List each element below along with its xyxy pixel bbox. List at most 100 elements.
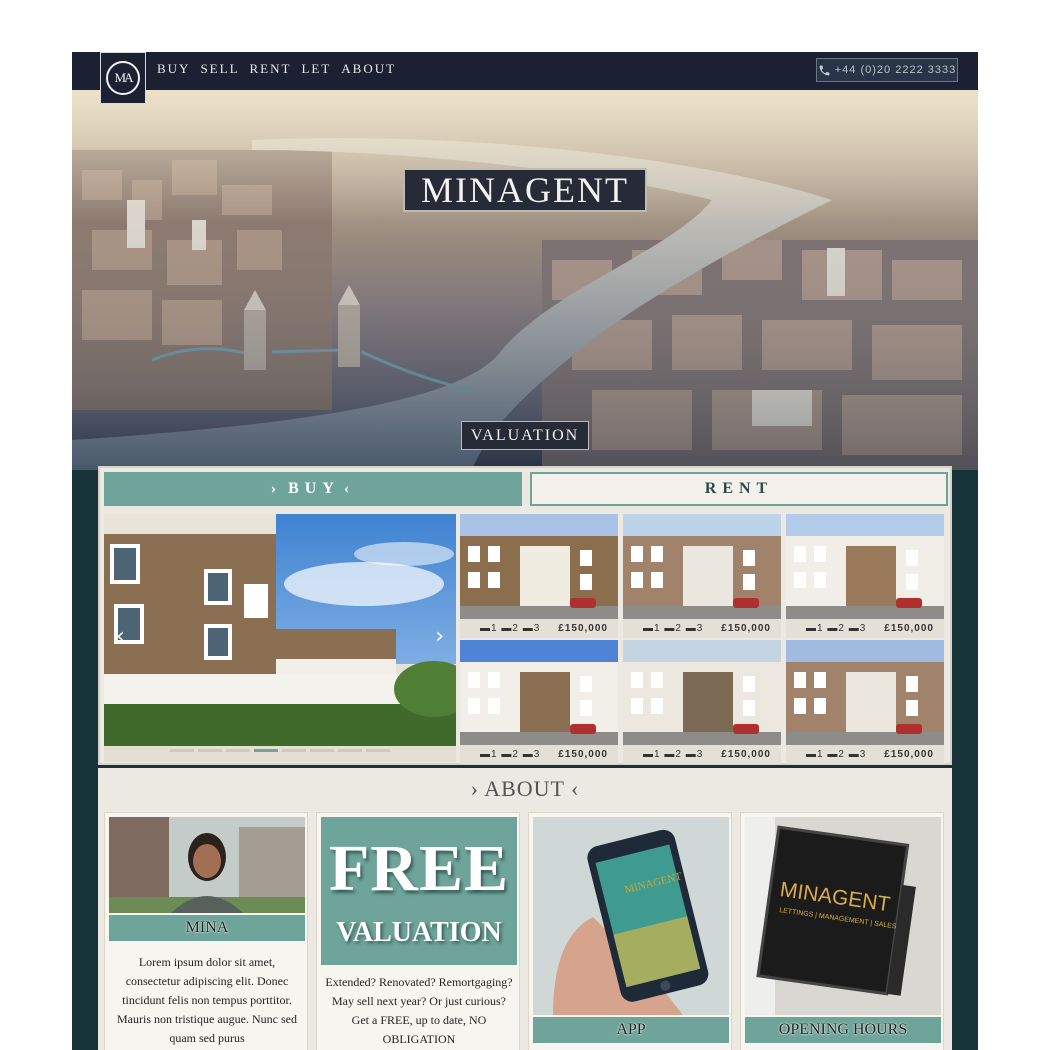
slider-dot[interactable] xyxy=(254,749,278,752)
slider-dot[interactable] xyxy=(366,749,390,752)
listing-price: £150,000 xyxy=(721,749,771,760)
nav-buy[interactable]: BUY xyxy=(157,61,190,77)
mina-photo xyxy=(109,817,305,913)
shop-sign-image: MINAGENT LETTINGS | MANAGEMENT | SALES xyxy=(745,817,941,1015)
bath-icon: ▬ xyxy=(664,749,676,760)
slider-dot[interactable] xyxy=(226,749,250,752)
listing-rooms: ▬1 ▬2 ▬3 xyxy=(643,623,704,634)
nav-rent[interactable]: RENT xyxy=(250,61,292,77)
nav-about[interactable]: ABOUT xyxy=(341,61,396,77)
listing-photo xyxy=(623,640,781,745)
card-free-valuation[interactable]: FREE VALUATION Extended? Renovated? Remo… xyxy=(316,812,520,1050)
slider-next-icon[interactable]: › xyxy=(435,624,444,649)
nav-let[interactable]: LET xyxy=(301,61,331,77)
top-bar: BUY SELL RENT LET ABOUT +44 (0)20 2222 3… xyxy=(72,52,978,90)
sofa-icon: ▬ xyxy=(848,623,860,634)
slider-dot[interactable] xyxy=(338,749,362,752)
listing-price: £150,000 xyxy=(884,749,934,760)
slider-dots xyxy=(170,749,390,752)
free-title: FREE xyxy=(328,832,510,905)
listing-rooms: ▬1 ▬2 ▬3 xyxy=(480,623,541,634)
main-nav: BUY SELL RENT LET ABOUT xyxy=(157,61,396,77)
listing-card[interactable]: ▬1 ▬2 ▬3 £150,000 xyxy=(460,514,618,638)
sofa-icon: ▬ xyxy=(685,749,697,760)
app-caption: APP xyxy=(533,1017,729,1043)
card-app[interactable]: MINAGENT APP xyxy=(528,812,732,1050)
slider-dot[interactable] xyxy=(170,749,194,752)
phone-number: +44 (0)20 2222 3333 xyxy=(834,64,957,76)
featured-house-image xyxy=(104,514,456,762)
nav-sell[interactable]: SELL xyxy=(200,61,239,77)
listing-rooms: ▬1 ▬2 ▬3 xyxy=(806,749,867,760)
mina-text: Lorem ipsum dolor sit amet, consectetur … xyxy=(117,955,297,1045)
sofa-icon: ▬ xyxy=(848,749,860,760)
featured-slider: ‹ › xyxy=(104,514,456,762)
bath-icon: ▬ xyxy=(827,749,839,760)
free-valuation-banner: FREE VALUATION xyxy=(321,817,517,965)
brand-title: MINAGENT xyxy=(403,168,647,212)
listing-rooms: ▬1 ▬2 ▬3 xyxy=(806,623,867,634)
listing-price: £150,000 xyxy=(558,623,608,634)
bed-icon: ▬ xyxy=(806,749,817,760)
tab-rent[interactable]: RENT xyxy=(530,472,948,506)
bath-icon: ▬ xyxy=(501,623,513,634)
phone-button[interactable]: +44 (0)20 2222 3333 xyxy=(816,58,958,82)
tab-buy-label: BUY xyxy=(288,480,340,497)
listing-price: £150,000 xyxy=(884,623,934,634)
listing-photo xyxy=(786,640,944,745)
bed-icon: ▬ xyxy=(643,623,654,634)
listings-panel: › BUY ‹ RENT ‹ › ▬1 ▬2 ▬3 £150,000 ▬1 ▬2… xyxy=(98,466,952,765)
chevron-right-icon: › xyxy=(470,776,479,801)
listing-card[interactable]: ▬1 ▬2 ▬3 £150,000 xyxy=(786,640,944,764)
listing-meta: ▬1 ▬2 ▬3 £150,000 xyxy=(786,745,944,764)
slider-dot[interactable] xyxy=(198,749,222,752)
listing-card[interactable]: ▬1 ▬2 ▬3 £150,000 xyxy=(460,640,618,764)
page: BUY SELL RENT LET ABOUT +44 (0)20 2222 3… xyxy=(72,52,978,1050)
listing-meta: ▬1 ▬2 ▬3 £150,000 xyxy=(623,619,781,638)
about-section: › ABOUT ‹ MINA Lorem ipsum dolor sit ame… xyxy=(98,768,952,1050)
slider-dot[interactable] xyxy=(310,749,334,752)
bed-icon: ▬ xyxy=(480,623,491,634)
chevron-left-icon: ‹ xyxy=(571,776,580,801)
card-mina[interactable]: MINA Lorem ipsum dolor sit amet, consect… xyxy=(104,812,308,1050)
listing-rooms: ▬1 ▬2 ▬3 xyxy=(480,749,541,760)
bed-icon: ▬ xyxy=(806,623,817,634)
bed-icon: ▬ xyxy=(643,749,654,760)
valuation-title: VALUATION xyxy=(336,917,502,948)
about-heading-label: ABOUT xyxy=(484,776,565,801)
listing-card[interactable]: ▬1 ▬2 ▬3 £150,000 xyxy=(786,514,944,638)
logo-mark: MA xyxy=(106,61,140,95)
bath-icon: ▬ xyxy=(501,749,513,760)
listing-meta: ▬1 ▬2 ▬3 £150,000 xyxy=(460,745,618,764)
bath-icon: ▬ xyxy=(827,623,839,634)
bed-icon: ▬ xyxy=(480,749,491,760)
hero-city-image xyxy=(72,90,978,470)
listing-price: £150,000 xyxy=(721,623,771,634)
listing-card[interactable]: ▬1 ▬2 ▬3 £150,000 xyxy=(623,640,781,764)
tab-buy[interactable]: › BUY ‹ xyxy=(104,472,522,506)
sofa-icon: ▬ xyxy=(685,623,697,634)
listing-meta: ▬1 ▬2 ▬3 £150,000 xyxy=(460,619,618,638)
slider-prev-icon[interactable]: ‹ xyxy=(116,624,125,649)
app-phone-image: MINAGENT xyxy=(533,817,729,1015)
valuation-text: Extended? Renovated? Remortgaging? May s… xyxy=(325,975,513,1046)
sofa-icon: ▬ xyxy=(522,749,534,760)
listing-card[interactable]: ▬1 ▬2 ▬3 £150,000 xyxy=(623,514,781,638)
valuation-button[interactable]: VALUATION xyxy=(461,421,589,450)
bath-icon: ▬ xyxy=(664,623,676,634)
card-opening-hours[interactable]: MINAGENT LETTINGS | MANAGEMENT | SALES O… xyxy=(740,812,944,1050)
slider-dot[interactable] xyxy=(282,749,306,752)
about-heading: › ABOUT ‹ xyxy=(98,776,952,802)
listing-photo xyxy=(623,514,781,619)
logo[interactable]: MA xyxy=(100,52,146,104)
listing-meta: ▬1 ▬2 ▬3 £150,000 xyxy=(623,745,781,764)
listing-photo xyxy=(786,514,944,619)
hero-banner: MINAGENT VALUATION xyxy=(72,90,978,470)
sofa-icon: ▬ xyxy=(522,623,534,634)
listing-rooms: ▬1 ▬2 ▬3 xyxy=(643,749,704,760)
listing-photo xyxy=(460,514,618,619)
chevron-left-icon: ‹ xyxy=(343,480,356,497)
listing-price: £150,000 xyxy=(558,749,608,760)
opening-hours-caption: OPENING HOURS xyxy=(745,1017,941,1043)
mina-caption: MINA xyxy=(109,915,305,941)
